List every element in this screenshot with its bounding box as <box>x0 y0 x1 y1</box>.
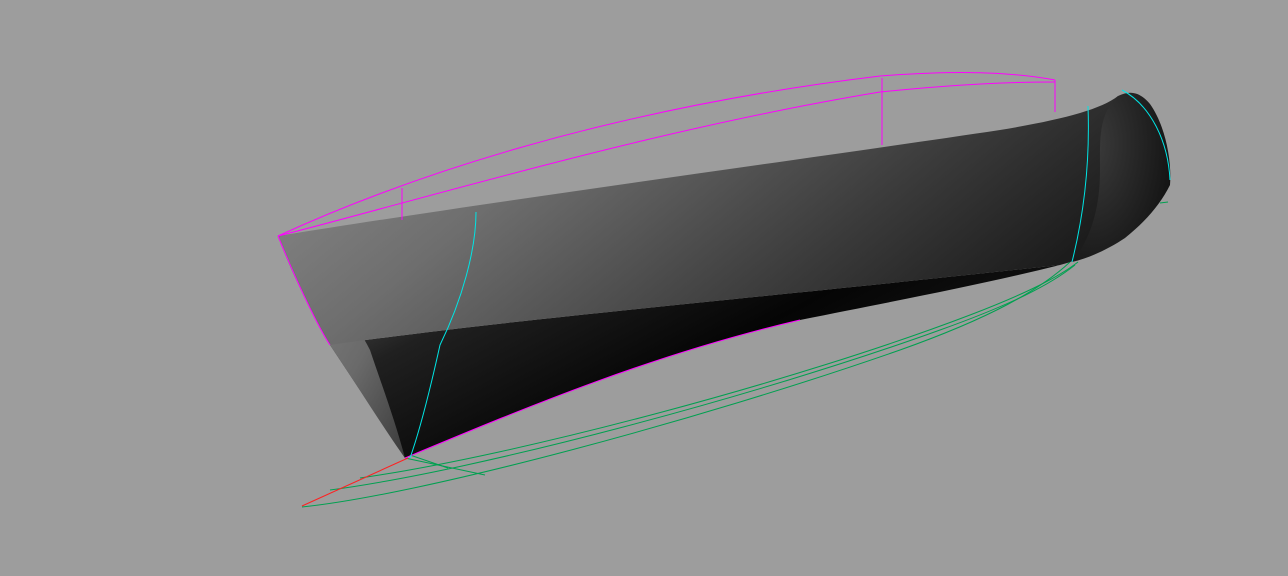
3d-viewport[interactable] <box>0 0 1288 576</box>
axis-line <box>301 457 409 507</box>
hull-surface[interactable] <box>278 92 1171 458</box>
hull-render[interactable] <box>0 0 1288 576</box>
